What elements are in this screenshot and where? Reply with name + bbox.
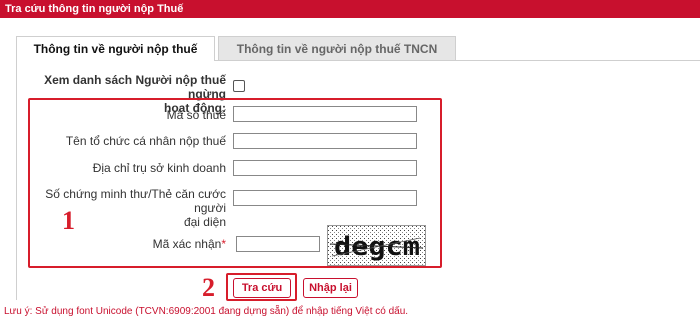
tab-taxpayer-info[interactable]: Thông tin về người nộp thuế (16, 36, 215, 61)
captcha-input[interactable] (236, 236, 320, 252)
captcha-image-graphic: degcm (328, 226, 425, 265)
taxpayer-name-input[interactable] (233, 133, 417, 149)
representative-id-input[interactable] (233, 190, 417, 206)
representative-id-label-line2: đại diện (183, 215, 226, 229)
page-title: Tra cứu thông tin người nộp Thuế (5, 3, 184, 15)
taxpayer-name-label: Tên tổ chức cá nhân nộp thuế (65, 134, 226, 148)
unicode-font-note: Lưu ý: Sử dụng font Unicode (TCVN:6909:2… (4, 306, 409, 317)
inactive-list-label-line1: Xem danh sách Người nộp thuế ngừng (44, 73, 226, 101)
tab-personal-income-taxpayer-info[interactable]: Thông tin về người nộp thuế TNCN (218, 36, 456, 60)
representative-id-label: Số chứng minh thư/Thẻ căn cước người đại… (30, 187, 226, 229)
tax-code-input[interactable] (233, 106, 417, 122)
reset-button[interactable]: Nhập lại (303, 278, 358, 298)
search-button[interactable]: Tra cứu (233, 278, 291, 298)
inactive-list-checkbox[interactable] (233, 80, 245, 92)
captcha-image: degcm (327, 225, 426, 266)
business-address-input[interactable] (233, 160, 417, 176)
business-address-label: Địa chỉ trụ sở kinh doanh (92, 161, 226, 175)
page-title-bar: Tra cứu thông tin người nộp Thuế (0, 0, 700, 18)
captcha-label-text: Mã xác nhận (152, 237, 222, 251)
captcha-label: Mã xác nhận* (40, 237, 226, 251)
required-mark: * (221, 237, 226, 251)
representative-id-label-line1: Số chứng minh thư/Thẻ căn cước người (45, 187, 226, 215)
annotation-marker-2: 2 (202, 273, 215, 302)
tax-code-label: Mã số thuế (166, 108, 226, 122)
